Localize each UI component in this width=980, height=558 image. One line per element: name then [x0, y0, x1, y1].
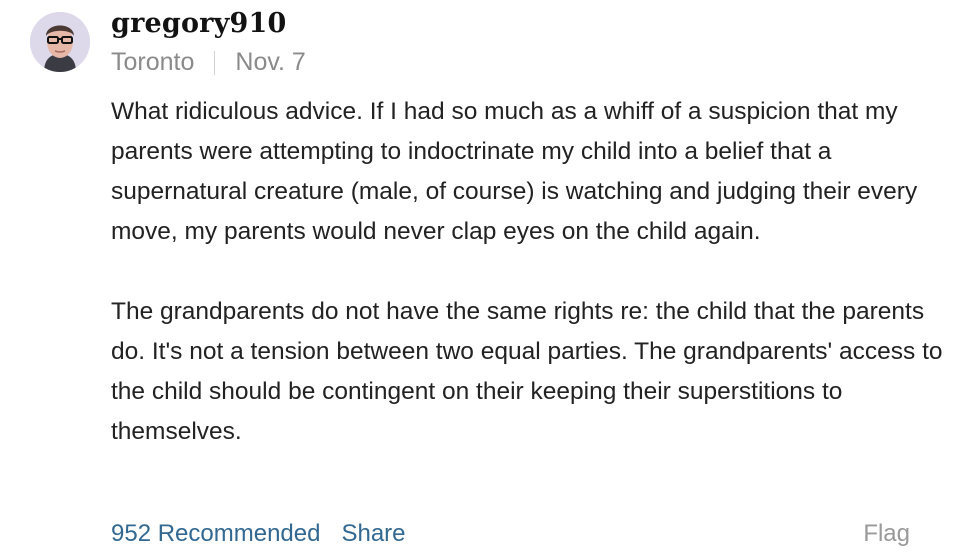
user-photo-avatar-icon: [30, 12, 90, 72]
recommend-button[interactable]: 952 Recommended: [111, 520, 320, 548]
comment-actions: 952 Recommended Share Flag: [111, 520, 910, 548]
meta-divider: [214, 50, 216, 75]
comment-username[interactable]: gregory910: [111, 8, 286, 39]
comment-date: Nov. 7: [235, 48, 306, 76]
flag-button[interactable]: Flag: [863, 520, 910, 548]
avatar[interactable]: [30, 12, 90, 72]
comment-paragraph: What ridiculous advice. If I had so much…: [111, 98, 918, 245]
comment-paragraph: The grandparents do not have the same ri…: [111, 298, 943, 445]
comment-location: Toronto: [111, 48, 195, 76]
share-button[interactable]: Share: [341, 520, 405, 548]
comment-meta: Toronto Nov. 7: [111, 48, 306, 77]
comment-body: What ridiculous advice. If I had so much…: [111, 92, 951, 452]
